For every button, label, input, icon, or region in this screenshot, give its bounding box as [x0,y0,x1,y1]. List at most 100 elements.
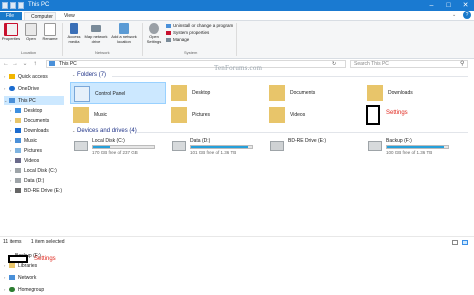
drive-icon [368,141,382,151]
uninstall-program-button[interactable]: Uninstall or change a program [166,23,233,29]
open-icon [25,23,37,36]
libraries-icon [9,263,15,269]
tab-file[interactable]: File [0,12,22,20]
cloud-icon [9,86,15,92]
open-settings-button[interactable]: Open Settings [144,23,164,44]
videos-icon [15,158,21,164]
optical-drive-icon [270,141,284,151]
tiles-view-icon[interactable] [462,240,468,245]
properties-button[interactable]: Properties [1,23,21,42]
nav-item-local-disk-c[interactable]: › Local Disk (C:) [10,166,70,175]
nav-item-homegroup[interactable]: › Homegroup [4,285,64,294]
recent-locations-button[interactable]: ⌄ [21,59,29,69]
collapse-chevron-icon: ⌄ [72,128,76,133]
drive-backup-f[interactable]: Backup (F:) 100 GB free of 1.36 TB [364,136,468,158]
quick-access-properties-icon[interactable] [10,2,16,9]
title-bar: This PC – □ ✕ [0,0,474,11]
close-button[interactable]: ✕ [457,0,474,11]
details-view-icon[interactable] [452,240,458,245]
help-icon[interactable]: ? [463,11,471,19]
folder-downloads[interactable]: Downloads [364,82,460,104]
add-network-location-button[interactable]: Add a network location [110,23,138,44]
access-media-button[interactable]: Access media [64,23,84,44]
folder-documents[interactable]: Documents [266,82,362,104]
documents-folder-icon [269,85,285,101]
folder-music[interactable]: Music [70,104,166,126]
manage-button[interactable]: Manage [166,37,189,43]
drives-section-header[interactable]: ⌄ Devices and drives (4) [72,128,137,134]
this-pc-breadcrumb[interactable]: This PC [59,61,77,67]
maximize-button[interactable]: □ [440,0,457,11]
pictures-folder-icon [171,107,187,123]
drive-local-disk-c[interactable]: Local Disk (C:) 170 GB free of 237 GB [70,136,166,158]
app-icon[interactable] [2,2,8,9]
folder-pictures[interactable]: Pictures [168,104,264,126]
drive-data-d[interactable]: Data (D:) 101 GB free of 1.36 TB [168,136,264,158]
drive-icon [15,178,21,184]
music-folder-icon [73,107,89,123]
nav-item-pictures[interactable]: › Pictures [10,146,70,155]
nav-item-this-pc[interactable]: ⌄ This PC [4,96,64,105]
tab-view[interactable]: View [58,12,80,20]
nav-item-desktop[interactable]: › Desktop [10,106,70,115]
network-icon [9,275,15,281]
nav-item-bd-re-drive-e[interactable]: › BD-RE Drive (E:) [10,186,70,195]
drive-bd-re-e[interactable]: BD-RE Drive (E:) [266,136,362,158]
nav-item-documents[interactable]: › Documents [10,116,70,125]
drive-icon [15,168,21,174]
section-divider [112,76,468,77]
search-input[interactable]: Search This PC [350,60,468,68]
tab-computer[interactable]: Computer [24,12,56,20]
nav-item-onedrive[interactable]: › OneDrive [4,84,64,93]
folder-desktop[interactable]: Desktop [168,82,264,104]
selection-count: 1 item selected [30,239,65,245]
nav-item-videos[interactable]: › Videos [10,156,70,165]
up-button[interactable]: ↑ [31,59,39,69]
system-properties-button[interactable]: System properties [166,30,209,36]
quick-access-new-folder-icon[interactable] [18,2,24,9]
drive-usage-fill [387,146,444,148]
item-count: 11 items [3,239,22,245]
pictures-icon [15,148,21,154]
collapse-chevron-icon: ⌄ [72,72,76,77]
search-icon: ⚲ [460,61,465,67]
nav-item-music[interactable]: › Music [10,136,70,145]
forward-button[interactable]: → [11,59,19,69]
address-bar[interactable]: This PC [46,60,346,68]
rename-button[interactable]: Rename [40,23,60,42]
watermark: TenForums.com [214,64,263,72]
network-group-label: Network [95,50,110,55]
nav-item-quick-access[interactable]: › Quick access [4,72,64,81]
folders-section-header[interactable]: ⌄ Folders (7) [72,72,106,78]
add-network-location-icon [119,23,129,34]
nav-item-network[interactable]: › Network [4,273,64,282]
settings-gear-icon [149,23,159,34]
status-bar: 11 items 1 item selected [0,236,474,249]
back-button[interactable]: ← [2,59,10,69]
drive-usage-bar [190,145,253,149]
ribbon-divider [142,23,143,56]
folder-videos[interactable]: Videos [266,104,362,126]
map-network-drive-button[interactable]: Map network drive [84,23,108,44]
access-media-icon [70,23,78,34]
manage-icon [166,37,171,42]
optical-drive-icon [15,188,21,194]
nav-item-downloads[interactable]: › Downloads [10,126,70,135]
location-group-label: Location [21,50,37,55]
folder-control-panel[interactable]: Control Panel [70,82,166,104]
nav-item-libraries[interactable]: › Libraries [4,261,64,270]
folder-settings[interactable]: Settings [364,104,460,126]
nav-item-data-d[interactable]: › Data (D:) [10,176,70,185]
collapse-ribbon-icon[interactable]: ⌄ [452,12,456,18]
minimize-button[interactable]: – [423,0,440,11]
open-button[interactable]: Open [21,23,41,42]
videos-folder-icon [269,107,285,123]
refresh-icon[interactable]: ↻ [332,61,336,67]
drive-usage-bar [386,145,449,149]
properties-icon [4,23,18,36]
drive-usage-fill [93,146,111,148]
map-network-drive-icon [91,25,101,32]
drive-icon [74,141,88,151]
settings-icon-box [366,105,380,125]
drive-usage-bar [92,145,155,149]
